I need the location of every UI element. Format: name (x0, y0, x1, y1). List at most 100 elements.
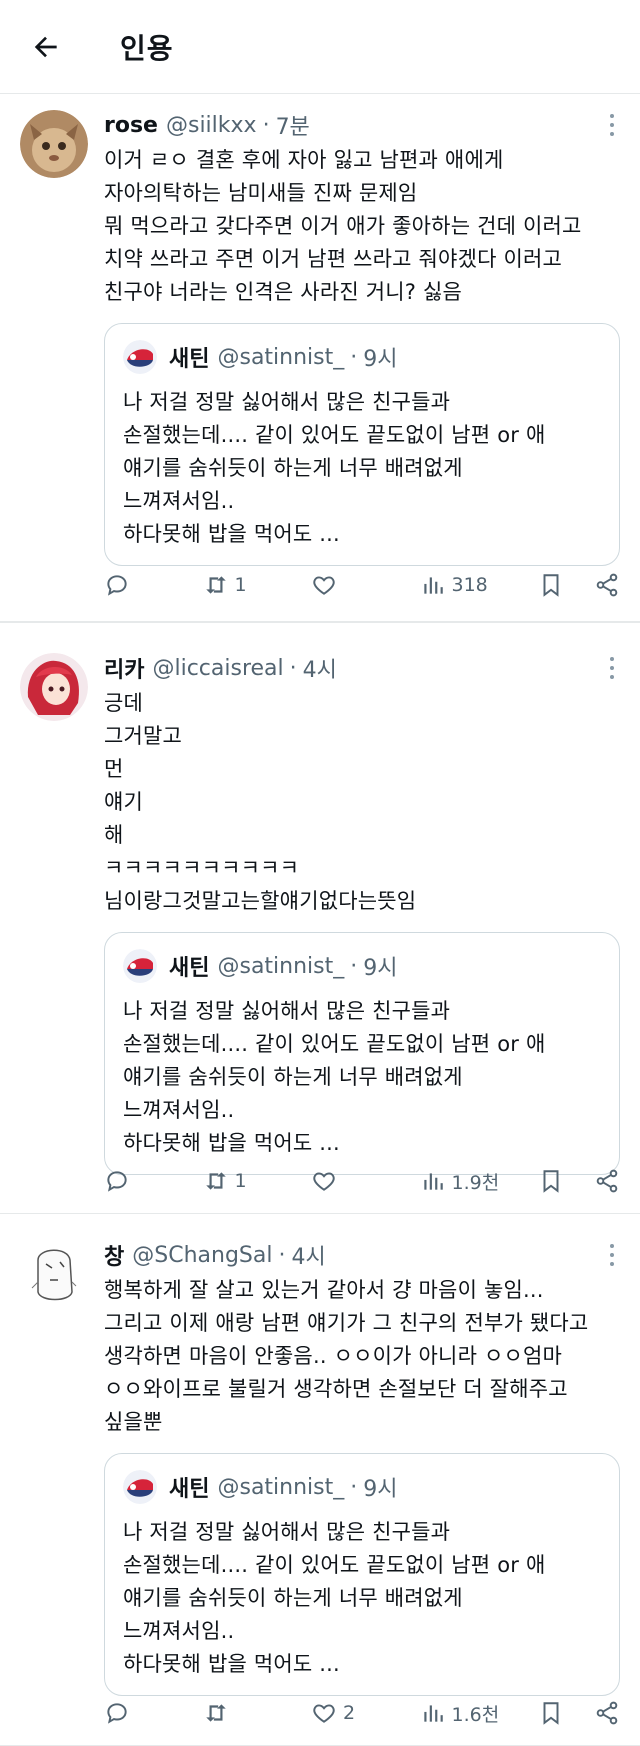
avatar[interactable] (20, 110, 88, 178)
right-actions (538, 1168, 620, 1194)
share-icon (596, 1701, 618, 1725)
quoted-text: 나 저걸 정말 싫어해서 많은 친구들과 손절했는데.... 같이 있어도 끝도… (123, 999, 546, 1155)
author-name[interactable]: 창 (104, 1239, 124, 1271)
quoted-avatar (123, 1470, 157, 1504)
quoted-meta: 새틴 @satinnist_ · 9시 (123, 340, 601, 374)
quoted-author-name: 새틴 (169, 1477, 210, 1502)
share-button[interactable] (594, 1700, 620, 1726)
heart-icon (313, 576, 335, 595)
views-chart-icon (423, 1173, 443, 1190)
author-handle[interactable]: @siilkxx (166, 113, 257, 138)
retweet-icon (205, 1704, 226, 1722)
views-chart-icon (423, 1705, 443, 1722)
tweet-actions: 1 1.9천 (104, 1161, 620, 1201)
retweet-count: 1 (234, 574, 247, 596)
separator-dot: · (350, 344, 358, 370)
like-count: 2 (343, 1702, 356, 1724)
back-button[interactable] (0, 0, 92, 94)
quoted-author-handle: @satinnist_ (217, 1474, 345, 1500)
tweet[interactable]: 창 @SChangSal · 4시 행복하게 잘 살고 있는거 같아서 걍 마음… (0, 1214, 640, 1746)
more-options-icon[interactable] (600, 112, 624, 138)
tweet-body: rose @siilkxx · 7분 이거 ㄹㅇ 결혼 후에 자아 잃고 남편과… (104, 110, 620, 566)
bookmark-icon (543, 1170, 559, 1193)
reply-icon (107, 1703, 127, 1724)
quoted-tweet[interactable]: 새틴 @satinnist_ · 9시 나 저걸 정말 싫어해서 많은 친구들과… (104, 323, 620, 566)
reply-button[interactable] (104, 572, 184, 598)
tweet-meta: 리카 @liccaisreal · 4시 (104, 653, 620, 683)
share-icon (596, 1169, 618, 1193)
quoted-author-handle: @satinnist_ (217, 344, 345, 370)
bookmark-icon (543, 1702, 559, 1725)
separator-dot: · (278, 1242, 286, 1268)
bookmark-button[interactable] (538, 1168, 564, 1194)
quoted-timestamp: 9시 (363, 1477, 398, 1502)
like-button[interactable] (311, 572, 401, 598)
author-handle[interactable]: @SChangSal (132, 1243, 272, 1268)
right-actions (538, 1700, 620, 1726)
quoted-author-handle: @satinnist_ (217, 953, 345, 979)
timestamp[interactable]: 4시 (291, 1239, 325, 1271)
tweet-actions: 2 1.6천 (104, 1693, 620, 1733)
page-title: 인용 (120, 31, 174, 65)
tweet-meta: 창 @SChangSal · 4시 (104, 1240, 620, 1270)
quoted-timestamp: 9시 (363, 956, 398, 981)
quoted-author-name: 새틴 (169, 347, 210, 372)
timestamp[interactable]: 7분 (276, 109, 310, 141)
quoted-meta: 새틴 @satinnist_ · 9시 (123, 1470, 601, 1504)
more-options-icon[interactable] (600, 655, 624, 681)
right-actions (538, 572, 620, 598)
separator-dot: · (350, 1474, 358, 1500)
views-chart-icon (423, 577, 443, 594)
top-bar: 인용 (0, 0, 640, 94)
views-button[interactable]: 1.9천 (420, 1168, 520, 1195)
share-button[interactable] (594, 1168, 620, 1194)
retweet-button[interactable]: 1 (203, 572, 293, 598)
retweet-button[interactable] (203, 1700, 293, 1726)
quoted-author-name: 새틴 (169, 956, 210, 981)
tweet-meta: rose @siilkxx · 7분 (104, 110, 620, 140)
view-count: 318 (451, 574, 488, 596)
tweet-text: 이거 ㄹㅇ 결혼 후에 자아 잃고 남편과 애에게 자아의탁하는 남미새들 진짜… (104, 148, 582, 304)
retweet-icon (205, 1172, 226, 1190)
retweet-button[interactable]: 1 (203, 1168, 293, 1194)
author-handle[interactable]: @liccaisreal (152, 656, 283, 681)
timestamp[interactable]: 4시 (303, 652, 337, 684)
quoted-avatar (123, 340, 157, 374)
views-button[interactable]: 1.6천 (420, 1700, 520, 1727)
share-icon (596, 573, 618, 597)
like-button[interactable]: 2 (311, 1700, 401, 1726)
reply-icon (107, 1171, 127, 1192)
quoted-text: 나 저걸 정말 싫어해서 많은 친구들과 손절했는데.... 같이 있어도 끝도… (123, 1520, 546, 1676)
avatar[interactable] (20, 653, 88, 721)
reply-icon (107, 575, 127, 596)
separator-dot: · (262, 112, 270, 138)
view-count: 1.9천 (451, 1171, 500, 1194)
heart-icon (313, 1704, 335, 1723)
quoted-tweet[interactable]: 새틴 @satinnist_ · 9시 나 저걸 정말 싫어해서 많은 친구들과… (104, 932, 620, 1175)
retweet-icon (205, 576, 226, 594)
quoted-avatar (123, 949, 157, 983)
more-options-icon[interactable] (600, 1242, 624, 1268)
tweet[interactable]: rose @siilkxx · 7분 이거 ㄹㅇ 결혼 후에 자아 잃고 남편과… (0, 94, 640, 622)
heart-icon (313, 1172, 335, 1191)
bookmark-button[interactable] (538, 572, 564, 598)
author-name[interactable]: 리카 (104, 652, 144, 684)
arrow-left-icon (34, 36, 57, 57)
reply-button[interactable] (104, 1700, 184, 1726)
tweet-body: 창 @SChangSal · 4시 행복하게 잘 살고 있는거 같아서 걍 마음… (104, 1240, 620, 1696)
bookmark-button[interactable] (538, 1700, 564, 1726)
like-button[interactable] (311, 1168, 401, 1194)
retweet-count: 1 (234, 1170, 247, 1192)
view-count: 1.6천 (451, 1703, 500, 1726)
bookmark-icon (543, 574, 559, 597)
share-button[interactable] (594, 572, 620, 598)
reply-button[interactable] (104, 1168, 184, 1194)
separator-dot: · (289, 655, 297, 681)
views-button[interactable]: 318 (420, 572, 520, 598)
author-name[interactable]: rose (104, 113, 158, 138)
quoted-text: 나 저걸 정말 싫어해서 많은 친구들과 손절했는데.... 같이 있어도 끝도… (123, 390, 546, 546)
tweet-text: 행복하게 잘 살고 있는거 같아서 걍 마음이 놓임... 그리고 이제 애랑 … (104, 1278, 589, 1434)
tweet[interactable]: 리카 @liccaisreal · 4시 긍데 그거말고 먼 얘기 해 ㅋㅋㅋㅋ… (0, 622, 640, 1214)
quoted-tweet[interactable]: 새틴 @satinnist_ · 9시 나 저걸 정말 싫어해서 많은 친구들과… (104, 1453, 620, 1696)
avatar[interactable] (20, 1240, 88, 1308)
